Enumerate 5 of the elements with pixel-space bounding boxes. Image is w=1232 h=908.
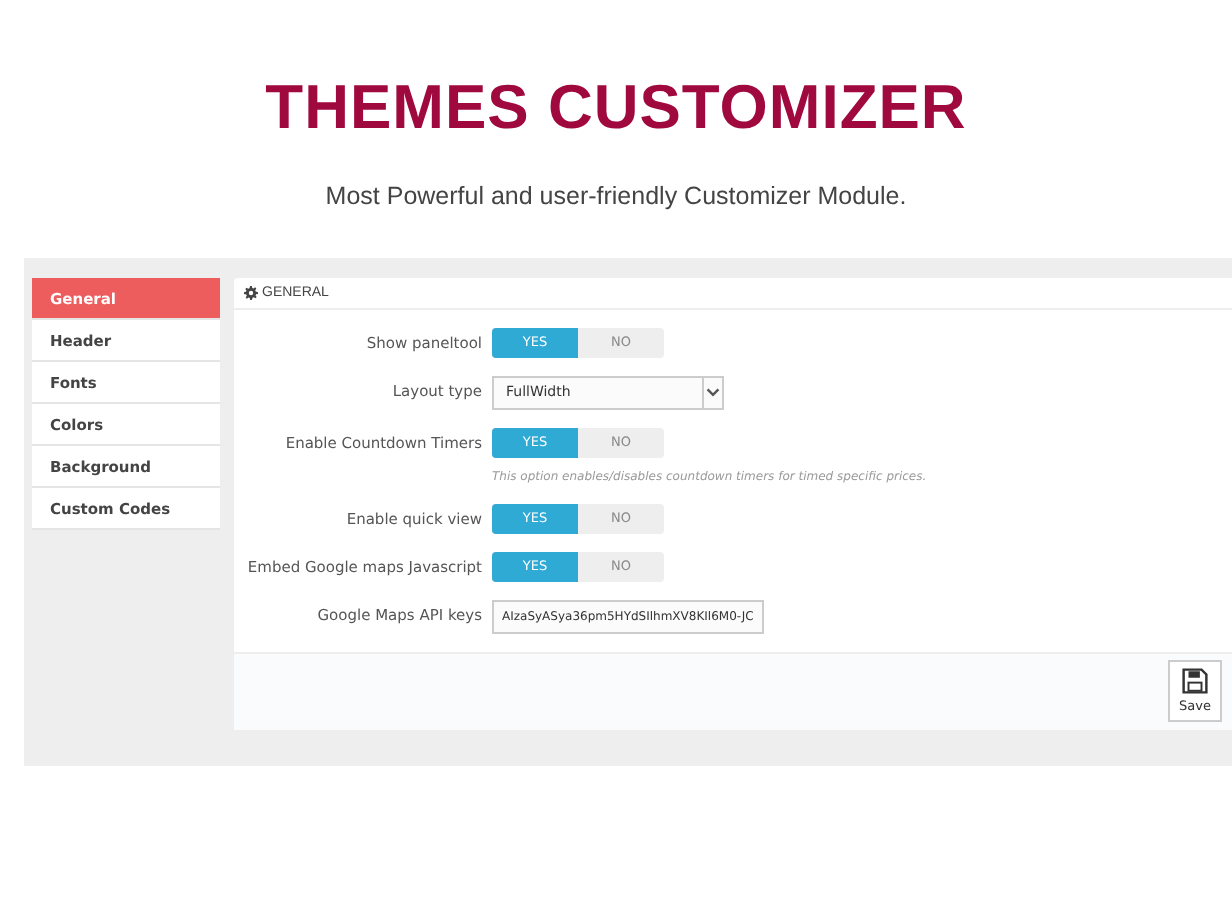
gear-icon xyxy=(244,285,258,300)
save-icon xyxy=(1182,668,1208,695)
caret-icon xyxy=(702,377,722,408)
page-subtitle: Most Powerful and user-friendly Customizer Module. xyxy=(323,182,909,210)
page-title: THEMES CUSTOMIZER xyxy=(263,70,969,144)
